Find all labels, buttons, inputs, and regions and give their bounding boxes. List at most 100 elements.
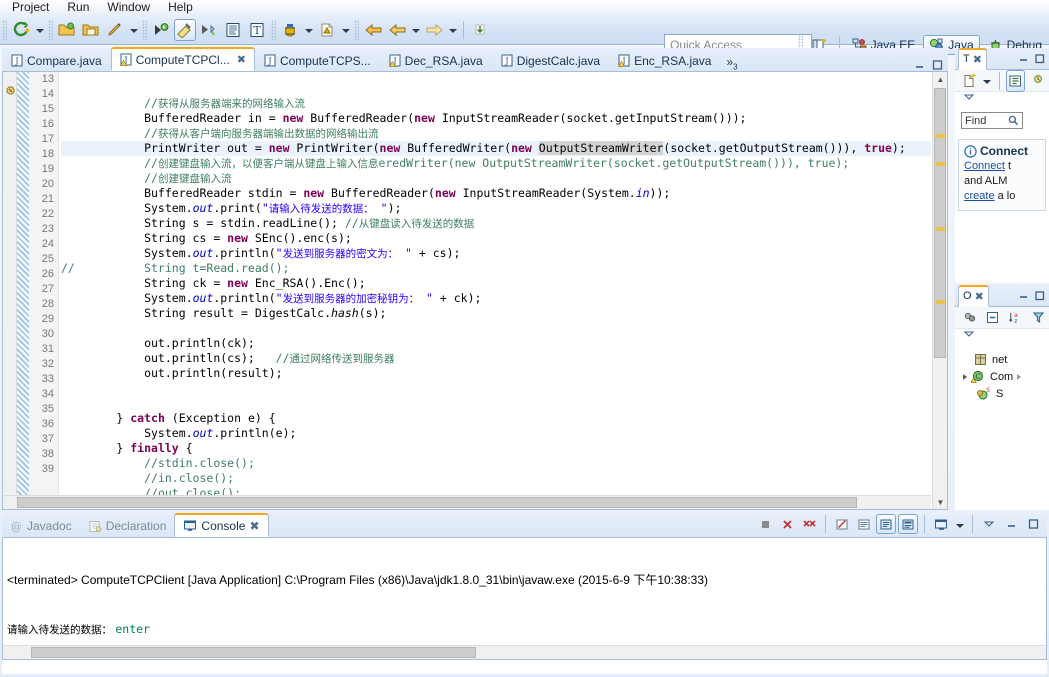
open-resource-icon[interactable]	[56, 19, 78, 41]
debug-icon[interactable]	[279, 19, 301, 41]
editor-tab-computetcpserver-java[interactable]: J ComputeTCPS...	[255, 49, 380, 71]
editor-tab-dec-rsa-java[interactable]: J Dec_RSA.java	[380, 49, 492, 71]
filter-icon[interactable]	[1029, 307, 1048, 329]
terminate-icon[interactable]	[755, 514, 775, 534]
code-line[interactable]: } finally {	[61, 441, 931, 456]
folding-ruler[interactable]	[17, 72, 29, 509]
tab-task-list[interactable]: T ✖	[958, 47, 987, 70]
new-wizard-dropdown-arrow[interactable]	[33, 19, 46, 41]
menu-item-run[interactable]: Run	[58, 0, 98, 15]
code-line[interactable]: PrintWriter out = new PrintWriter(new Bu…	[61, 141, 931, 156]
editor-vertical-scrollbar[interactable]: ▲ ▼	[932, 72, 947, 509]
console-hscroll-thumb[interactable]	[31, 647, 476, 658]
tab-declaration[interactable]: Declaration	[80, 515, 175, 537]
collapse-all-icon[interactable]	[983, 307, 1002, 329]
scroll-lock-icon[interactable]	[854, 514, 874, 534]
annotation-ruler[interactable]	[3, 72, 17, 509]
edit-pen-icon[interactable]	[104, 19, 126, 41]
view-menu-icon[interactable]	[979, 514, 999, 534]
code-line[interactable]: String cs = new SEnc().enc(s);	[61, 231, 931, 246]
display-selected-console-icon[interactable]	[898, 514, 918, 534]
editor-tab-enc-rsa-java[interactable]: J Enc_RSA.java	[609, 49, 720, 71]
editor-tab-computetcpclient-java[interactable]: J ComputeTCPCl... ✖	[110, 47, 255, 71]
connect-link[interactable]: Connect	[964, 160, 1005, 172]
toolbar-grip-4[interactable]	[271, 19, 276, 40]
code-line[interactable]: //in.close();	[61, 471, 931, 486]
code-line[interactable]: // String t=Read.read();	[61, 261, 931, 276]
build-icon[interactable]	[174, 18, 196, 41]
outline-minimize-icon[interactable]	[1018, 290, 1030, 301]
editor-tabs-overflow-button[interactable]: »3	[720, 55, 743, 71]
categorized-presentation-icon[interactable]	[1006, 69, 1026, 92]
code-line[interactable]: BufferedReader in = new BufferedReader(n…	[61, 111, 931, 126]
code-line[interactable]: String s = stdin.readLine(); //从键盘读入待发送的…	[61, 216, 931, 231]
code-line[interactable]: System.out.println(e);	[61, 426, 931, 441]
console-tab-close-icon[interactable]: ✖	[249, 519, 259, 533]
outline-child-arrow[interactable]	[1017, 373, 1022, 380]
toolbar-grip-5[interactable]	[354, 19, 359, 40]
editor-tab-digestcalc-java[interactable]: J DigestCalc.java	[492, 49, 609, 71]
code-line[interactable]: String result = DigestCalc.hash(s);	[61, 306, 931, 321]
editor-text-area[interactable]: 13 14 15 16 17 18 19 20 21 22 23 24 25 26 27 28 29 30 31 32…	[2, 72, 948, 510]
outline-tree[interactable]: net C Com S S	[955, 343, 1049, 402]
code-line[interactable]: //stdin.close();	[61, 456, 931, 471]
task-list-maximize-icon[interactable]	[1034, 53, 1046, 64]
outline-close-icon[interactable]: ✖	[975, 290, 984, 303]
source-code[interactable]: //获得从服务器端来的网络输入流 BufferedReader in = new…	[61, 72, 931, 509]
code-line[interactable]: //获得从服务器端来的网络输入流	[61, 96, 931, 111]
outline-expand-arrow[interactable]	[963, 373, 967, 380]
code-line[interactable]	[61, 321, 931, 336]
code-line[interactable]: out.println(ck);	[61, 336, 931, 351]
clear-console-icon[interactable]	[832, 514, 852, 534]
editor-tab-close-icon[interactable]: ✖	[237, 53, 246, 66]
next-annotation-icon[interactable]	[469, 19, 491, 41]
menu-item-help[interactable]: Help	[159, 0, 202, 15]
run-icon[interactable]	[316, 19, 338, 41]
task-list-minimize-icon[interactable]	[1018, 53, 1030, 64]
task-list-view-menu-arrow[interactable]	[955, 92, 1049, 106]
menu-item-project[interactable]: Project	[3, 0, 58, 15]
open-console-icon[interactable]	[931, 514, 951, 534]
new-wizard-icon[interactable]	[10, 19, 32, 41]
console-horizontal-scrollbar[interactable]	[3, 645, 1046, 659]
edit-dropdown-arrow[interactable]	[127, 19, 140, 41]
toolbar-grip-3[interactable]	[142, 19, 147, 40]
forward-icon[interactable]	[423, 19, 445, 41]
outline-item-package[interactable]: net	[955, 351, 1049, 368]
code-line[interactable]: System.out.print("请输入待发送的数据： ");	[61, 201, 931, 216]
run-last-tool-icon[interactable]	[198, 19, 220, 41]
scheduled-presentation-icon[interactable]	[1029, 70, 1048, 92]
code-line[interactable]: out.println(result);	[61, 366, 931, 381]
code-line[interactable]: //创建键盘输入流	[61, 171, 931, 186]
pin-console-icon[interactable]	[876, 514, 896, 534]
back-icon[interactable]	[362, 19, 384, 41]
outline-maximize-icon[interactable]	[1034, 290, 1046, 301]
run-dropdown-arrow[interactable]	[339, 19, 352, 41]
menu-item-window[interactable]: Window	[98, 0, 159, 15]
back-history-icon[interactable]	[386, 19, 408, 41]
code-line[interactable]: System.out.println("发送到服务器的密文为： " + cs);	[61, 246, 931, 261]
editor-hscroll-thumb[interactable]	[17, 497, 857, 508]
code-line[interactable]: String ck = new Enc_RSA().Enc();	[61, 276, 931, 291]
open-console-dropdown-arrow[interactable]	[953, 513, 966, 535]
outline-item-method[interactable]: S S	[955, 385, 1049, 402]
editor-minimize-icon[interactable]	[913, 59, 926, 71]
code-line[interactable]: //获得从客户端向服务器端输出数据的网络输出流	[61, 126, 931, 141]
scroll-up-icon[interactable]: ▲	[934, 72, 947, 86]
editor-scroll-thumb[interactable]	[934, 88, 946, 358]
outline-item-class[interactable]: C Com	[955, 368, 1049, 385]
scroll-down-icon[interactable]: ▼	[934, 495, 947, 509]
debug-dropdown-arrow[interactable]	[302, 19, 315, 41]
save-icon[interactable]	[80, 19, 102, 41]
forward-dropdown-arrow[interactable]	[446, 19, 459, 41]
open-task-icon[interactable]: T	[246, 19, 268, 41]
run-external-tools-icon[interactable]	[150, 19, 172, 41]
create-link[interactable]: create	[964, 190, 995, 202]
new-task-icon[interactable]	[960, 70, 979, 92]
toolbar-grip[interactable]	[2, 19, 7, 40]
new-task-dropdown-arrow[interactable]	[982, 70, 993, 92]
editor-tab-compare-java[interactable]: J Compare.java	[2, 49, 111, 71]
console-output-area[interactable]: <terminated> ComputeTCPClient [Java Appl…	[2, 538, 1047, 660]
toolbar-grip-2[interactable]	[48, 19, 53, 40]
code-line[interactable]: System.out.println("发送到服务器的加密秘钥为： " + ck…	[61, 291, 931, 306]
